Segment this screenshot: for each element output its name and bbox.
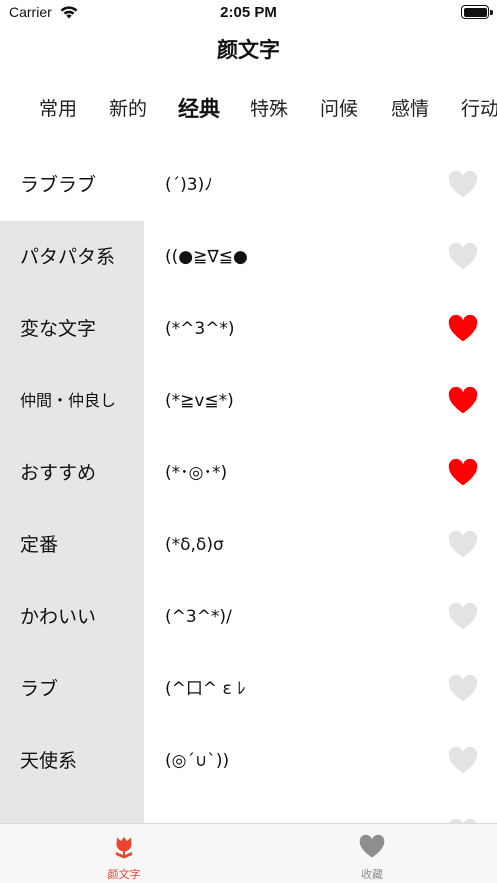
subcategory-label[interactable]: ラブラブ [20, 149, 96, 221]
tab-special[interactable]: 特殊 [250, 94, 288, 121]
kaomoji-text[interactable]: (◎´∪`)) [165, 725, 229, 797]
kaomoji-row[interactable]: 仲間・仲良し (*≧v≦*) [0, 365, 497, 437]
favorite-heart-icon[interactable] [448, 531, 478, 559]
kaomoji-row[interactable]: 定番 (*δ,δ)σ [0, 509, 497, 581]
favorite-heart-icon[interactable] [448, 387, 478, 415]
tab-bar-item-kaomoji[interactable]: 颜文字 [0, 824, 248, 883]
subcategory-label[interactable]: 仲間・仲良し [20, 365, 116, 437]
kaomoji-text[interactable]: (*･◎･*) [165, 437, 227, 509]
kaomoji-row[interactable]: おすすめ (*･◎･*) [0, 437, 497, 509]
kaomoji-text[interactable]: (*≧v≦*) [165, 365, 234, 437]
subcategory-label[interactable]: かわいい [20, 581, 96, 653]
kaomoji-row[interactable]: ラブ (^口^ ε ﾚ [0, 653, 497, 725]
kaomoji-row[interactable]: ラブラブ (´)3)ﾉ [0, 149, 497, 221]
kaomoji-text[interactable]: (^口^ ε ﾚ [165, 653, 246, 725]
clock: 2:05 PM [220, 4, 277, 21]
tab-bar-label: 颜文字 [107, 868, 141, 881]
tab-bar-item-favorites[interactable]: 收藏 [248, 824, 496, 883]
kaomoji-text[interactable]: (*δ,δ)σ [165, 509, 224, 581]
tulip-icon [116, 837, 132, 859]
favorite-heart-icon[interactable] [448, 459, 478, 487]
subcategory-label[interactable]: 変な文字 [20, 293, 96, 365]
tab-bar-label: 收藏 [361, 868, 383, 881]
kaomoji-text[interactable]: (*^3^*) [165, 293, 235, 365]
kaomoji-row[interactable]: 天使系 (◎´∪`)) [0, 725, 497, 797]
kaomoji-row[interactable]: 変な文字 (*^3^*) [0, 293, 497, 365]
kaomoji-text[interactable]: (´)3)ﾉ [165, 149, 213, 221]
subcategory-label[interactable]: おすすめ [20, 437, 96, 509]
battery-icon [461, 5, 493, 19]
subcategory-label[interactable]: ラブ [20, 653, 58, 725]
favorite-heart-icon[interactable] [448, 747, 478, 775]
tab-greeting[interactable]: 问候 [320, 94, 358, 121]
bottom-tab-bar: 颜文字 收藏 [0, 823, 497, 883]
kaomoji-text[interactable]: ((●≧∇≦● [165, 221, 248, 293]
screen: Carrier 2:05 PM 颜文字 常用 新的 经典 特殊 问候 感情 行动… [0, 0, 497, 883]
tab-action[interactable]: 行动 [461, 94, 497, 121]
tab-emotion[interactable]: 感情 [391, 94, 429, 121]
kaomoji-text[interactable]: (^3^*)/ [165, 581, 232, 653]
kaomoji-row[interactable]: パタパタ系 ((●≧∇≦● [0, 221, 497, 293]
favorite-heart-icon[interactable] [448, 675, 478, 703]
subcategory-label[interactable]: 定番 [20, 509, 58, 581]
subcategory-label[interactable]: パタパタ系 [20, 221, 115, 293]
category-tabs: 常用 新的 经典 特殊 问候 感情 行动 [0, 94, 497, 128]
favorite-heart-icon[interactable] [448, 603, 478, 631]
kaomoji-row[interactable]: かわいい (^3^*)/ [0, 581, 497, 653]
tab-new[interactable]: 新的 [109, 94, 147, 121]
page-title: 颜文字 [217, 38, 280, 62]
subcategory-label[interactable]: 天使系 [20, 725, 77, 797]
favorite-heart-icon[interactable] [448, 171, 478, 199]
status-bar: Carrier 2:05 PM [0, 0, 497, 26]
tab-classic[interactable]: 经典 [178, 94, 220, 123]
heart-icon [359, 834, 385, 858]
tab-common[interactable]: 常用 [39, 94, 77, 121]
favorite-heart-icon[interactable] [448, 315, 478, 343]
favorite-heart-icon[interactable] [448, 243, 478, 271]
